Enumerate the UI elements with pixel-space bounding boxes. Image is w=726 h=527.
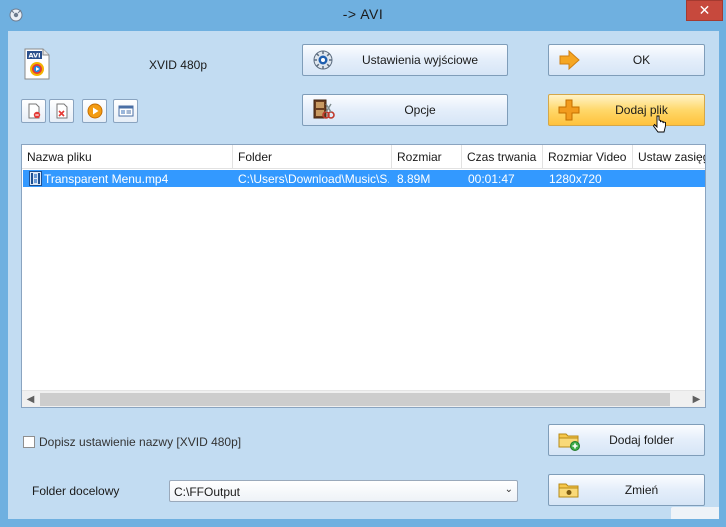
row-video-size: 1280x720 [549,172,602,186]
play-icon [87,103,102,119]
file-remove-icon [28,103,40,119]
append-setting-checkbox[interactable] [23,436,35,448]
append-setting-option[interactable]: Dopisz ustawienie nazwy [XVID 480p] [23,435,241,449]
scroll-right-arrow-icon[interactable]: ▶ [688,391,705,407]
file-list-header: Nazwa pliku Folder Rozmiar Czas trwania … [22,145,705,169]
change-button[interactable]: Zmień [548,474,705,506]
row-duration: 00:01:47 [468,172,515,186]
media-info-button[interactable] [113,99,138,123]
window-title: -> AVI [342,6,384,22]
destination-value: C:\FFOutput [174,485,241,499]
add-file-button[interactable]: Dodaj plik [548,94,705,126]
add-file-label: Dodaj plik [615,103,668,117]
file-delete-icon [56,103,67,119]
format-label: XVID 480p [148,58,208,72]
chevron-down-icon[interactable]: ⌄ [505,484,513,495]
avi-format-icon: AVI [24,48,50,80]
change-label: Zmień [624,483,659,497]
ok-button[interactable]: OK [548,44,705,76]
scrollbar-thumb[interactable] [40,393,670,406]
mouse-cursor-icon [653,115,666,133]
column-header-name[interactable]: Nazwa pliku [22,145,233,168]
arrow-right-icon [559,49,580,71]
column-header-size[interactable]: Rozmiar [392,145,462,168]
remove-item-button[interactable] [21,99,46,123]
options-button[interactable]: Opcje [302,94,508,126]
add-folder-button[interactable]: Dodaj folder [548,424,705,456]
clear-list-button[interactable] [49,99,74,123]
output-settings-label: Ustawienia wyjściowe [361,53,479,67]
close-icon: ✕ [698,2,711,18]
append-setting-label: Dopisz ustawienie nazwy [XVID 480p] [39,435,242,449]
column-header-folder[interactable]: Folder [233,145,392,168]
options-label: Opcje [404,103,436,117]
plus-icon [558,99,580,121]
table-row[interactable]: Transparent Menu.mp4 C:\Users\Download\M… [23,170,705,187]
avi-icon-text: AVI [28,52,40,60]
scroll-left-arrow-icon[interactable]: ◀ [22,391,39,407]
ok-label: OK [632,53,651,67]
resize-grip[interactable] [671,507,719,519]
info-card-icon [118,105,133,117]
folder-add-icon [558,433,580,451]
play-button[interactable] [82,99,107,123]
main-window: -> AVI ✕ AVI XVID 480p Ustawienia wyjści [0,0,726,527]
row-file-name: Transparent Menu.mp4 [44,172,169,186]
folder-icon [558,483,579,498]
file-list[interactable]: Nazwa pliku Folder Rozmiar Czas trwania … [21,144,706,408]
row-size: 8.89M [397,172,431,186]
gear-icon [313,50,333,70]
column-header-duration[interactable]: Czas trwania [462,145,543,168]
title-bar[interactable]: -> AVI ✕ [0,0,726,31]
video-file-icon [29,171,42,186]
film-scissors-icon [313,99,335,119]
column-header-video-size[interactable]: Rozmiar Video [543,145,633,168]
output-settings-button[interactable]: Ustawienia wyjściowe [302,44,508,76]
row-folder: C:\Users\Download\Music\S... [238,172,389,186]
column-header-range[interactable]: Ustaw zasięg [633,145,705,168]
add-folder-label: Dodaj folder [609,433,674,447]
close-button[interactable]: ✕ [686,0,723,21]
horizontal-scrollbar[interactable]: ◀ ▶ [22,390,705,407]
client-area: AVI XVID 480p Ustawienia wyjściowe OK Op… [8,31,719,519]
destination-select[interactable]: C:\FFOutput ⌄ [169,480,518,502]
destination-label: Folder docelowy [32,484,120,498]
